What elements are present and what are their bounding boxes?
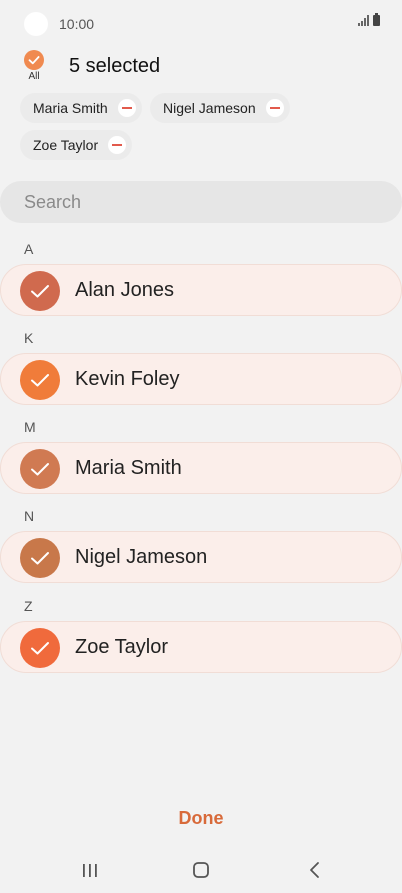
navigation-bar: [0, 850, 402, 893]
contact-name: Zoe Taylor: [75, 636, 169, 658]
chip-label: Zoe Taylor: [33, 137, 99, 153]
contact-row-zoe-taylor[interactable]: Zoe Taylor: [0, 621, 402, 673]
contact-row-maria-smith[interactable]: Maria Smith: [0, 442, 402, 494]
section-header-m: M: [24, 419, 36, 435]
battery-icon: [373, 13, 380, 26]
contact-row-alan-jones[interactable]: Alan Jones: [0, 264, 402, 316]
contact-check-icon[interactable]: [20, 360, 60, 400]
contact-name: Maria Smith: [75, 457, 182, 479]
contact-check-icon[interactable]: [20, 449, 60, 489]
contact-row-nigel-jameson[interactable]: Nigel Jameson: [0, 531, 402, 583]
remove-chip-icon[interactable]: [265, 99, 284, 117]
status-time: 10:00: [59, 16, 95, 32]
remove-chip-icon[interactable]: [117, 99, 136, 117]
section-header-a: A: [24, 241, 34, 257]
contact-name: Nigel Jameson: [75, 546, 208, 568]
search-placeholder: Search: [24, 191, 82, 212]
chip-label: Nigel Jameson: [163, 100, 256, 116]
select-all-toggle[interactable]: All: [20, 50, 48, 82]
section-header-n: N: [24, 508, 35, 524]
selected-chip-zoe-taylor: Zoe Taylor: [20, 130, 133, 160]
contact-check-icon[interactable]: [20, 538, 60, 578]
contact-name: Kevin Foley: [75, 368, 180, 390]
contact-check-icon[interactable]: [20, 628, 60, 668]
selected-count-title: 5 selected: [69, 55, 161, 77]
back-icon[interactable]: [305, 860, 325, 880]
selected-chip-maria-smith: Maria Smith: [20, 93, 142, 123]
status-icons: [358, 13, 380, 26]
contact-check-icon[interactable]: [20, 271, 60, 311]
signal-icon: [358, 15, 369, 26]
section-header-z: Z: [24, 598, 33, 614]
selected-chip-nigel-jameson: Nigel Jameson: [150, 93, 290, 123]
contact-name: Alan Jones: [75, 279, 174, 301]
remove-chip-icon[interactable]: [108, 136, 127, 154]
section-header-k: K: [24, 330, 34, 346]
status-bar: 10:00: [0, 0, 402, 48]
home-icon[interactable]: [191, 860, 211, 880]
select-all-check-icon: [24, 50, 44, 70]
contact-row-kevin-foley[interactable]: Kevin Foley: [0, 353, 402, 405]
search-input[interactable]: Search: [0, 181, 402, 223]
camera-cutout-icon: [24, 12, 48, 36]
select-all-label: All: [28, 71, 40, 82]
chip-label: Maria Smith: [33, 100, 108, 116]
done-button[interactable]: Done: [0, 808, 402, 829]
recent-apps-icon[interactable]: [80, 860, 100, 880]
